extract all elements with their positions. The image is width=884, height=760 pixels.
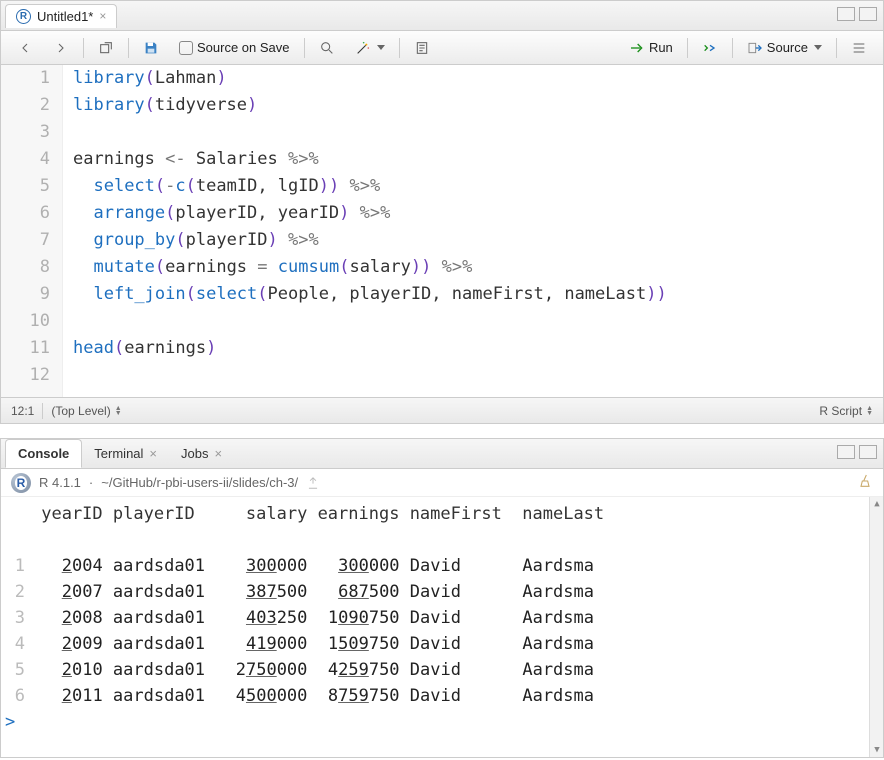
working-directory[interactable]: ~/GitHub/r-pbi-users-ii/slides/ch-3/ (101, 475, 298, 490)
source-icon (747, 40, 763, 56)
minimize-button[interactable] (837, 7, 855, 21)
tab-jobs[interactable]: Jobs × (169, 440, 234, 467)
source-on-save-label: Source on Save (197, 40, 290, 55)
compile-report-button[interactable] (408, 37, 436, 59)
scroll-down-icon[interactable]: ▼ (870, 743, 883, 757)
cursor-position: 12:1 (11, 404, 34, 418)
popout-icon (98, 40, 114, 56)
back-button[interactable] (11, 37, 39, 59)
rerun-icon (702, 40, 718, 56)
notebook-icon (414, 40, 430, 56)
run-label: Run (649, 40, 673, 55)
tab-terminal-label: Terminal (94, 446, 143, 461)
close-icon[interactable]: × (214, 446, 222, 461)
scope-label: (Top Level) (51, 404, 110, 418)
tab-jobs-label: Jobs (181, 446, 208, 461)
editor-tab-title: Untitled1* (37, 9, 93, 24)
outline-icon (851, 40, 867, 56)
source-on-save-toggle[interactable]: Source on Save (173, 37, 296, 58)
line-number-gutter: 123456789101112 (1, 65, 63, 397)
console-output[interactable]: yearID playerID salary earnings nameFirs… (1, 497, 883, 757)
clear-console-button[interactable] (857, 473, 873, 492)
show-in-new-window-button[interactable] (92, 37, 120, 59)
editor-pane: R Untitled1* × Source on Save (0, 0, 884, 424)
tab-terminal[interactable]: Terminal × (82, 440, 169, 467)
chevron-down-icon (814, 45, 822, 50)
close-icon[interactable]: × (149, 446, 157, 461)
save-button[interactable] (137, 37, 165, 59)
magic-wand-icon (355, 40, 371, 56)
scroll-up-icon[interactable]: ▲ (870, 497, 883, 511)
source-button[interactable]: Source (741, 37, 828, 59)
editor-tabstrip: R Untitled1* × (1, 1, 883, 31)
tab-console-label: Console (18, 446, 69, 461)
run-button[interactable]: Run (623, 37, 679, 59)
console-window-controls (837, 445, 877, 459)
scope-selector[interactable]: (Top Level) ▲▼ (51, 404, 121, 418)
find-button[interactable] (313, 37, 341, 59)
scrollbar[interactable]: ▲ ▼ (869, 497, 883, 757)
chevron-down-icon (377, 45, 385, 50)
console-info-bar: R R 4.1.1 · ~/GitHub/r-pbi-users-ii/slid… (1, 469, 883, 497)
outline-button[interactable] (845, 37, 873, 59)
r-logo-icon: R (11, 473, 31, 493)
editor-tab-untitled1[interactable]: R Untitled1* × (5, 4, 117, 28)
code-tools-button[interactable] (349, 37, 391, 59)
r-file-icon: R (16, 9, 31, 24)
magnifier-icon (319, 40, 335, 56)
run-arrow-icon (629, 40, 645, 56)
tab-console[interactable]: Console (5, 439, 82, 468)
share-icon[interactable] (306, 476, 320, 490)
close-icon[interactable]: × (99, 9, 106, 23)
editor-statusbar: 12:1 (Top Level) ▲▼ R Script ▲▼ (1, 397, 883, 423)
r-version-label: R 4.1.1 (39, 475, 81, 490)
source-label: Source (767, 40, 808, 55)
minimize-button[interactable] (837, 445, 855, 459)
maximize-button[interactable] (859, 7, 877, 21)
language-label: R Script (819, 404, 862, 418)
floppy-disk-icon (143, 40, 159, 56)
language-selector[interactable]: R Script ▲▼ (819, 404, 873, 418)
code-lines[interactable]: library(Lahman)library(tidyverse) earnin… (63, 65, 667, 397)
updown-icon: ▲▼ (866, 406, 873, 416)
updown-icon: ▲▼ (115, 406, 122, 416)
maximize-button[interactable] (859, 445, 877, 459)
checkbox-icon (179, 41, 193, 55)
rerun-button[interactable] (696, 37, 724, 59)
arrow-left-icon (17, 40, 33, 56)
code-editor[interactable]: 123456789101112 library(Lahman)library(t… (1, 65, 883, 397)
console-tabstrip: Console Terminal × Jobs × (1, 439, 883, 469)
forward-button[interactable] (47, 37, 75, 59)
editor-toolbar: Source on Save Run Source (1, 31, 883, 65)
dot-separator: · (89, 475, 93, 490)
arrow-right-icon (53, 40, 69, 56)
broom-icon (857, 473, 873, 489)
editor-window-controls (837, 7, 877, 21)
console-pane: Console Terminal × Jobs × R R 4.1.1 · ~/… (0, 438, 884, 758)
